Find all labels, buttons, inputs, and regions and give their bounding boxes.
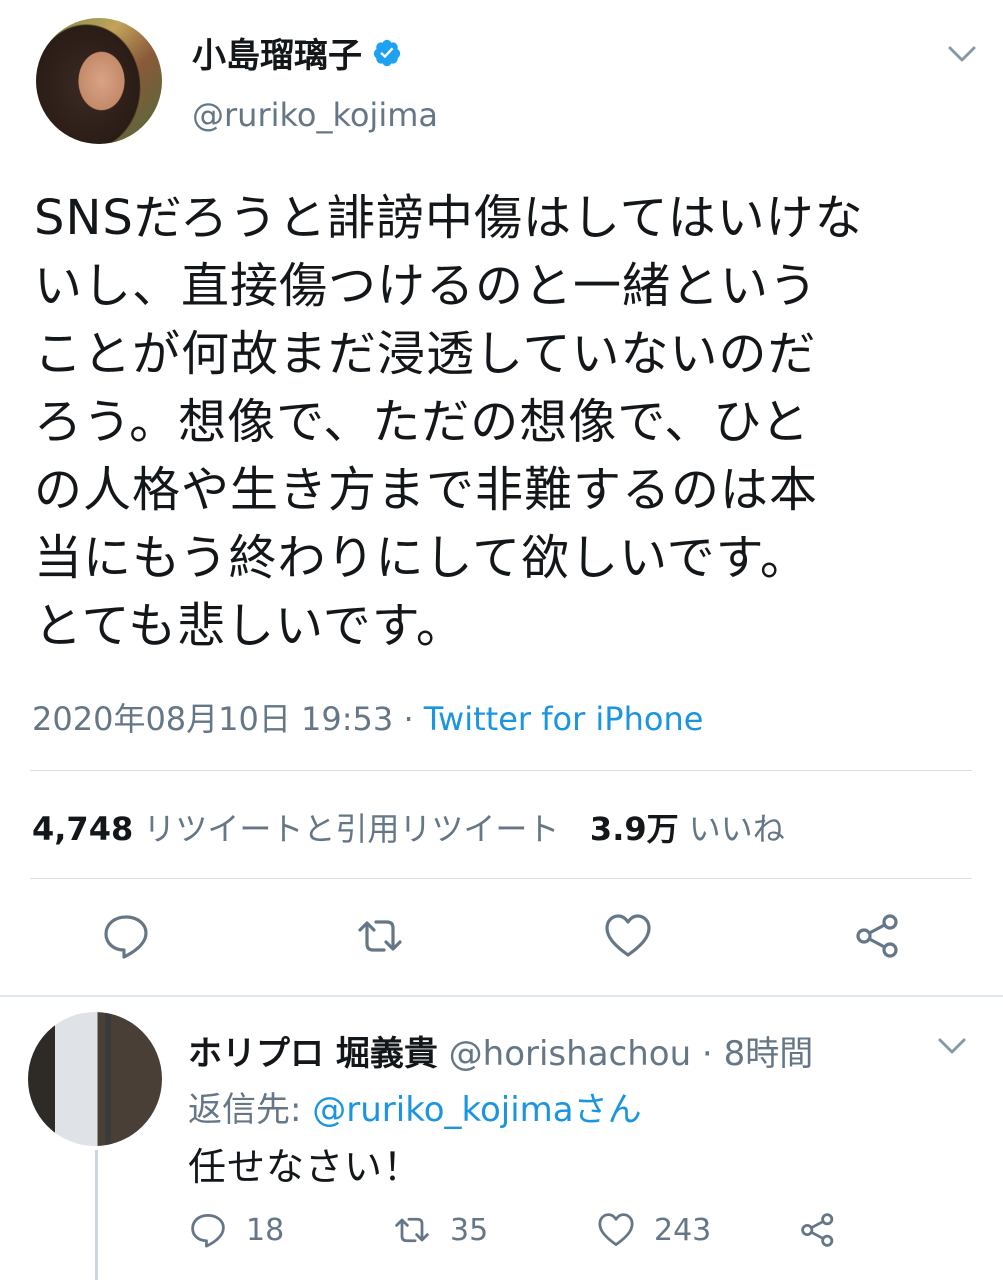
section-separator <box>0 995 1003 997</box>
replying-to-prefix: 返信先: <box>188 1090 313 1130</box>
reply-time-separator: · <box>691 1034 724 1074</box>
thread-line <box>95 1150 98 1280</box>
replying-to-handle[interactable]: @ruriko_kojimaさん <box>312 1090 641 1130</box>
tweet-meta: 2020年08月10日 19:53 · Twitter for iPhone <box>32 694 703 740</box>
reply-reply-action[interactable]: 18 <box>188 1210 284 1250</box>
like-count: 3.9万 <box>589 810 679 848</box>
likes-stat[interactable]: 3.9万 いいね <box>590 810 785 848</box>
retweet-icon[interactable] <box>354 910 406 962</box>
reply-time[interactable]: 8時間 <box>724 1034 814 1074</box>
divider <box>30 878 972 879</box>
reply-author-avatar[interactable] <box>28 1012 162 1146</box>
reply-header: ホリプロ 堀義貴 @horishachou · 8時間 <box>188 1026 813 1075</box>
reply-display-name[interactable]: ホリプロ 堀義貴 <box>188 1034 438 1074</box>
author-avatar[interactable] <box>36 18 162 144</box>
reply-icon[interactable] <box>100 910 152 962</box>
retweet-count: 4,748 <box>32 810 134 848</box>
reply-text: 任せなさい！ <box>188 1145 423 1189</box>
reply-retweet-action[interactable]: 35 <box>392 1210 488 1250</box>
reply-like-action[interactable]: 243 <box>596 1210 711 1250</box>
reply-reply-count: 18 <box>246 1212 285 1248</box>
retweet-label: リツイートと引用リツイート <box>143 810 560 848</box>
like-label: いいね <box>688 810 785 848</box>
divider <box>30 770 972 771</box>
chevron-down-icon[interactable] <box>935 1032 969 1060</box>
author-name-row[interactable]: 小島瑠璃子 <box>192 28 402 77</box>
reply-retweet-count: 35 <box>450 1212 489 1248</box>
like-icon <box>598 1213 634 1246</box>
retweets-stat[interactable]: 4,748 リツイートと引用リツイート <box>32 810 559 848</box>
retweet-icon <box>395 1217 429 1243</box>
chevron-down-icon[interactable] <box>945 40 979 68</box>
like-icon[interactable] <box>602 910 654 962</box>
reply-like-count: 243 <box>654 1212 712 1248</box>
meta-separator: · <box>393 700 424 738</box>
tweet-source-link[interactable]: Twitter for iPhone <box>424 700 704 738</box>
share-icon[interactable] <box>798 1210 838 1250</box>
tweet-stats: 4,748 リツイートと引用リツイート 3.9万 いいね <box>32 804 785 850</box>
replying-to: 返信先: @ruriko_kojimaさん <box>188 1082 642 1131</box>
tweet-timestamp[interactable]: 2020年08月10日 19:53 <box>32 700 393 738</box>
reply-handle[interactable]: @horishachou <box>449 1034 691 1074</box>
author-display-name[interactable]: 小島瑠璃子 <box>192 28 362 77</box>
reply-icon <box>191 1214 225 1248</box>
author-handle[interactable]: @ruriko_kojima <box>192 96 438 134</box>
share-icon[interactable] <box>852 910 904 962</box>
verified-badge-icon <box>373 39 401 66</box>
tweet-text: SNSだろうと誹謗中傷はしてはいけな いし、直接傷つけるのと一緒という ことが何… <box>34 190 864 654</box>
